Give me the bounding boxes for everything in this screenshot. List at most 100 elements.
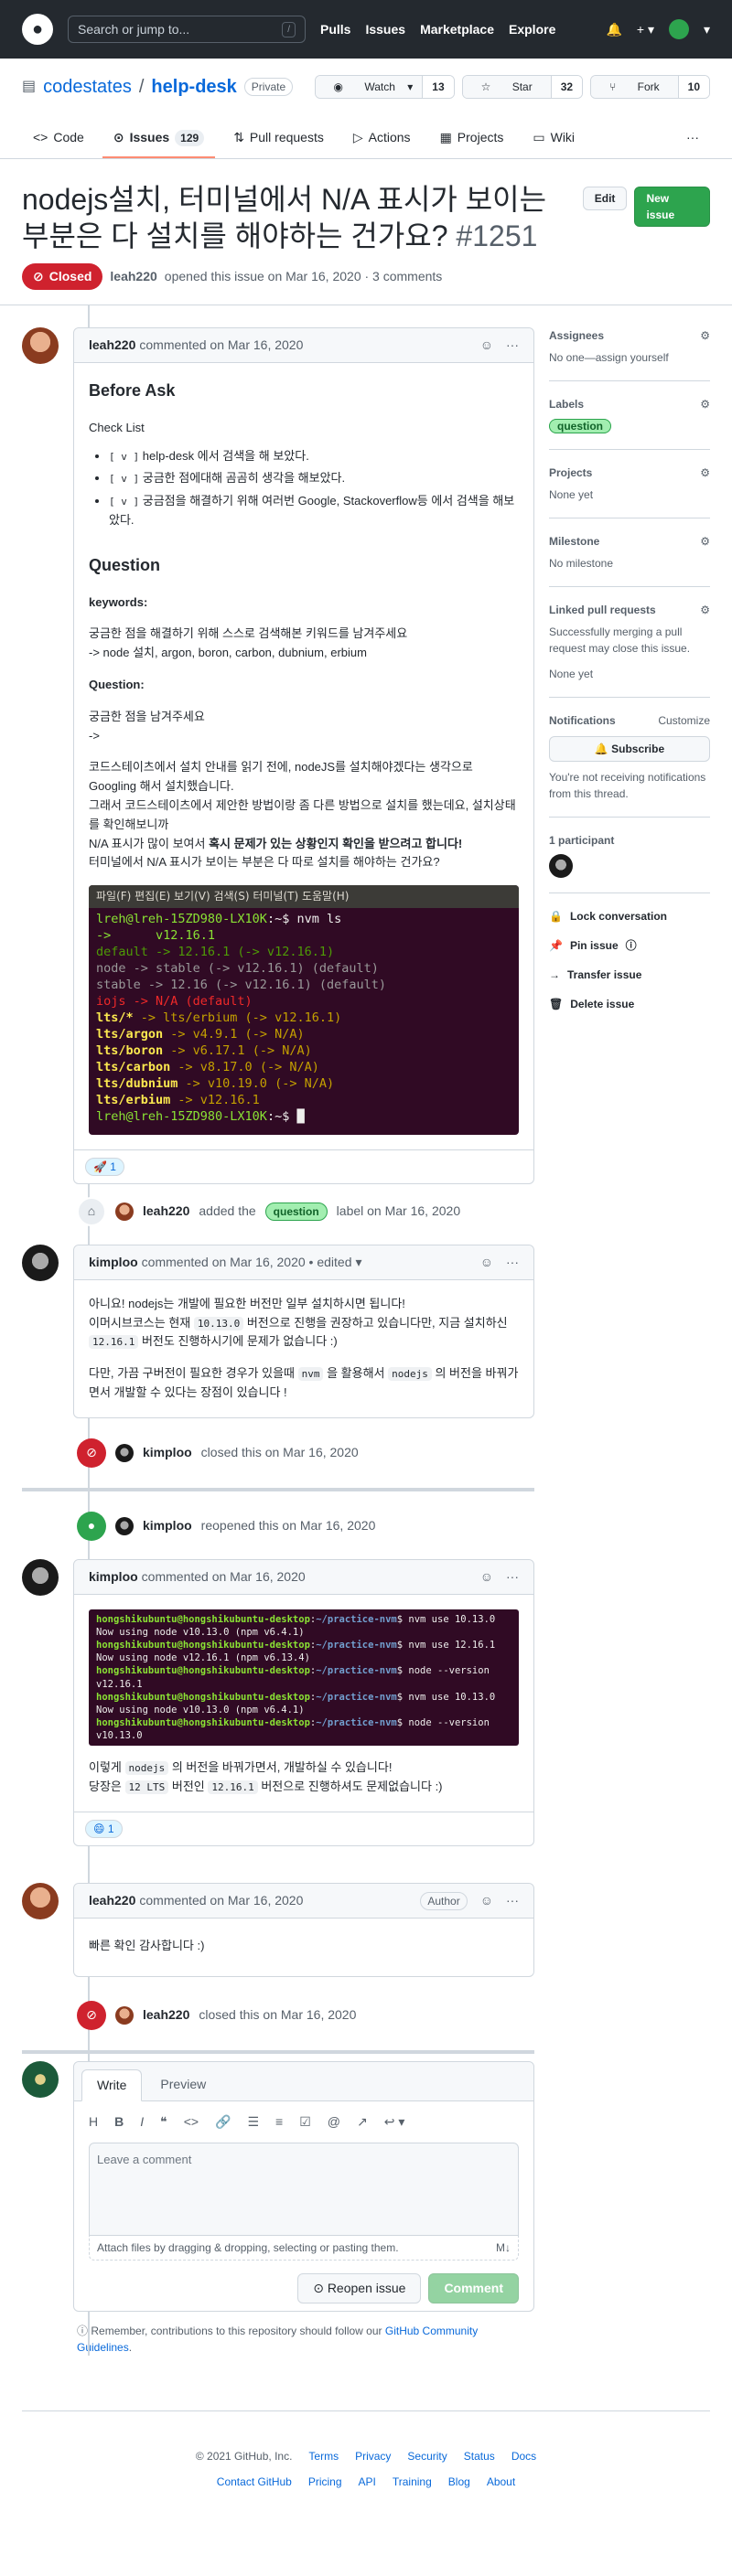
avatar[interactable]: [22, 327, 59, 364]
smiley-icon[interactable]: ☺: [480, 1567, 493, 1587]
smiley-icon[interactable]: ☺: [480, 1253, 493, 1272]
tab-issues[interactable]: ⊙ Issues 129: [102, 121, 216, 158]
gear-icon[interactable]: ⚙: [700, 465, 710, 481]
new-issue-button[interactable]: New issue: [634, 187, 710, 227]
kebab-icon[interactable]: ···: [506, 1567, 519, 1587]
label-question[interactable]: question: [549, 419, 611, 433]
participant-avatar[interactable]: [549, 854, 573, 878]
quote-icon[interactable]: ❝: [160, 2112, 167, 2132]
comment-date[interactable]: commented on Mar 16, 2020 • edited: [142, 1253, 352, 1272]
tab-pull-requests[interactable]: ⇅ Pull requests: [222, 121, 335, 158]
markdown-icon[interactable]: M↓: [496, 2239, 511, 2256]
avatar[interactable]: [22, 1883, 59, 1920]
tab-wiki[interactable]: ▭ Wiki: [522, 121, 586, 158]
watch-button[interactable]: ◉ Watch ▾ 13: [314, 75, 455, 99]
nav-pulls[interactable]: Pulls: [320, 20, 350, 39]
footer-link-status[interactable]: Status: [464, 2448, 495, 2464]
repo-owner-link[interactable]: codestates: [43, 73, 132, 101]
event-user[interactable]: leah220: [143, 1202, 189, 1221]
comment-author[interactable]: leah220: [89, 1891, 135, 1910]
footer-link-contact[interactable]: Contact GitHub: [217, 2474, 292, 2490]
subscribe-button[interactable]: 🔔 Subscribe: [549, 736, 710, 762]
avatar[interactable]: [115, 1202, 134, 1221]
footer-link-security[interactable]: Security: [407, 2448, 447, 2464]
bell-icon[interactable]: 🔔: [606, 20, 621, 39]
reopen-issue-button[interactable]: ⊙ Reopen issue: [297, 2272, 422, 2303]
search-input[interactable]: Search or jump to... /: [68, 16, 306, 43]
user-avatar[interactable]: [668, 19, 689, 39]
footer-link-terms[interactable]: Terms: [308, 2448, 339, 2464]
link-icon[interactable]: 🔗: [215, 2112, 231, 2132]
nav-marketplace[interactable]: Marketplace: [420, 20, 494, 39]
nav-issues[interactable]: Issues: [365, 20, 405, 39]
tab-projects[interactable]: ▦ Projects: [429, 121, 515, 158]
avatar[interactable]: [115, 2005, 134, 2025]
heading-icon[interactable]: H: [89, 2112, 98, 2132]
smiley-icon[interactable]: ☺: [480, 336, 493, 355]
kebab-icon[interactable]: ···: [506, 1891, 519, 1910]
lock-conversation-button[interactable]: 🔒 Lock conversation: [549, 908, 710, 925]
tab-code[interactable]: <> Code: [22, 121, 95, 158]
comment-date[interactable]: commented on Mar 16, 2020: [139, 336, 303, 355]
reply-icon[interactable]: ↩ ▾: [384, 2112, 405, 2132]
comment-author[interactable]: kimploo: [89, 1567, 138, 1587]
chevron-down-icon[interactable]: ▾: [356, 1253, 362, 1272]
footer-link-pricing[interactable]: Pricing: [308, 2474, 342, 2490]
avatar[interactable]: [22, 1558, 59, 1596]
tab-preview[interactable]: Preview: [145, 2069, 221, 2100]
task-list-icon[interactable]: ☑: [299, 2112, 311, 2132]
gear-icon[interactable]: ⚙: [700, 602, 710, 618]
delete-issue-button[interactable]: 🗑 Delete issue: [549, 996, 710, 1012]
github-logo-icon[interactable]: ●: [22, 14, 53, 45]
more-icon[interactable]: ···: [675, 121, 710, 158]
fork-button[interactable]: ⑂ Fork 10: [590, 75, 710, 99]
footer-link-api[interactable]: API: [359, 2474, 376, 2490]
mention-icon[interactable]: @: [328, 2112, 340, 2132]
footer-link-blog[interactable]: Blog: [448, 2474, 470, 2490]
bulleted-list-icon[interactable]: ☰: [247, 2112, 259, 2132]
label-question[interactable]: question: [264, 1202, 328, 1221]
chevron-down-icon[interactable]: ▾: [704, 20, 710, 39]
plus-icon[interactable]: + ▾: [637, 20, 654, 39]
star-button[interactable]: ☆ Star 32: [461, 75, 584, 99]
gear-icon[interactable]: ⚙: [700, 533, 710, 550]
event-user[interactable]: leah220: [143, 2005, 189, 2025]
kebab-icon[interactable]: ···: [506, 1253, 519, 1272]
customize-link[interactable]: Customize: [658, 712, 710, 729]
numbered-list-icon[interactable]: ≡: [275, 2112, 283, 2132]
tab-actions[interactable]: ▷ Actions: [342, 121, 422, 158]
gear-icon[interactable]: ⚙: [700, 396, 710, 412]
gear-icon[interactable]: ⚙: [700, 327, 710, 344]
comment-textarea[interactable]: Leave a comment: [89, 2142, 519, 2236]
edit-title-button[interactable]: Edit: [582, 187, 628, 210]
event-user[interactable]: kimploo: [143, 1443, 192, 1462]
avatar[interactable]: [115, 1516, 134, 1535]
comment-author[interactable]: kimploo: [89, 1253, 138, 1272]
event-user[interactable]: kimploo: [143, 1516, 192, 1535]
footer-link-about[interactable]: About: [487, 2474, 515, 2490]
comment-date[interactable]: commented on Mar 16, 2020: [142, 1567, 306, 1587]
comment-button[interactable]: Comment: [428, 2272, 519, 2303]
smiley-icon[interactable]: ☺: [480, 1891, 493, 1910]
comment-date[interactable]: commented on Mar 16, 2020: [139, 1891, 303, 1910]
avatar[interactable]: [22, 2060, 59, 2098]
tab-write[interactable]: Write: [81, 2068, 143, 2101]
assignees-value[interactable]: No one—assign yourself: [549, 349, 710, 366]
comment-author[interactable]: leah220: [89, 336, 135, 355]
transfer-issue-button[interactable]: → Transfer issue: [549, 967, 710, 983]
nav-explore[interactable]: Explore: [509, 20, 555, 39]
code-icon[interactable]: <>: [184, 2112, 199, 2132]
repo-name-link[interactable]: help-desk: [151, 73, 236, 101]
bold-icon[interactable]: B: [114, 2112, 124, 2132]
italic-icon[interactable]: I: [140, 2112, 144, 2132]
avatar[interactable]: [22, 1244, 59, 1281]
attach-files-area[interactable]: Attach files by dragging & dropping, sel…: [89, 2235, 519, 2261]
footer-link-docs[interactable]: Docs: [511, 2448, 536, 2464]
reaction-smile[interactable]: 😄 1: [85, 1820, 123, 1839]
reaction-rocket[interactable]: 🚀 1: [85, 1157, 124, 1176]
kebab-icon[interactable]: ···: [506, 336, 519, 355]
avatar[interactable]: [115, 1443, 134, 1462]
pin-issue-button[interactable]: 📌 Pin issue ⓘ: [549, 937, 710, 954]
cross-reference-icon[interactable]: ↗: [357, 2112, 368, 2132]
issue-author[interactable]: leah220: [110, 267, 156, 286]
